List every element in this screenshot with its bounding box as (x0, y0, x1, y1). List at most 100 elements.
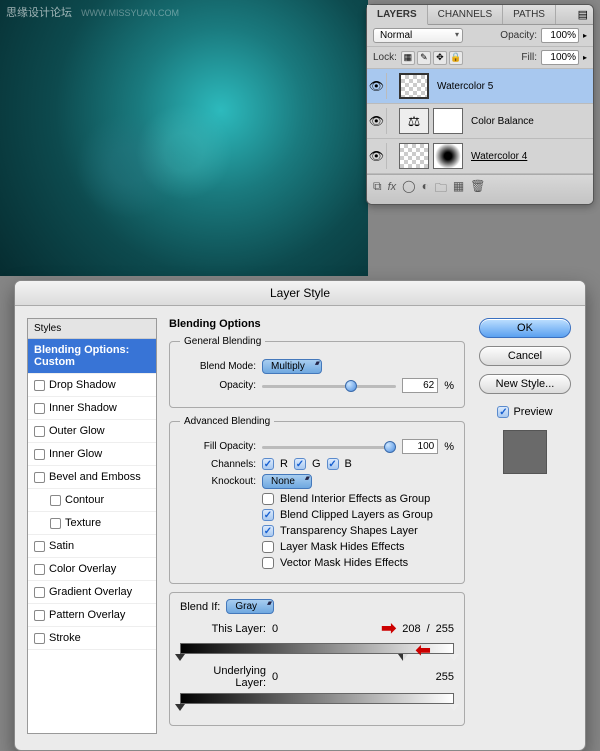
layer-list: 👁 Watercolor 5 👁 ⚖ Color Balance 👁 Water… (367, 69, 593, 174)
checkbox[interactable] (50, 495, 61, 506)
preview-checkbox[interactable] (497, 406, 509, 418)
layer-row[interactable]: 👁 Watercolor 5 (367, 69, 593, 104)
panel-menu-icon[interactable]: ▤ (573, 5, 593, 24)
opacity-input[interactable]: 100% (541, 28, 579, 43)
transparency-shapes-checkbox[interactable] (262, 525, 274, 537)
style-item-texture[interactable]: Texture (28, 512, 156, 535)
checkbox[interactable] (50, 518, 61, 529)
fx-icon[interactable]: fx (388, 179, 397, 200)
opacity-label: Opacity: (500, 30, 537, 41)
tab-layers[interactable]: LAYERS (367, 5, 428, 25)
layer-mask-icon[interactable]: ◯ (402, 179, 415, 200)
opacity-input[interactable]: 62 (402, 378, 438, 393)
layer-name[interactable]: Color Balance (465, 116, 540, 127)
checkbox[interactable] (34, 610, 45, 621)
opacity-slider[interactable] (262, 379, 396, 393)
style-item-color-overlay[interactable]: Color Overlay (28, 558, 156, 581)
blend-mode-select[interactable]: Normal (373, 28, 463, 43)
layer-name[interactable]: Watercolor 4 (465, 151, 533, 162)
lock-transparency-icon[interactable]: ▦ (401, 51, 415, 65)
general-blending-group: General Blending Blend Mode: Multiply Op… (169, 336, 465, 408)
fill-flyout-icon[interactable]: ▸ (583, 53, 587, 62)
cancel-button[interactable]: Cancel (479, 346, 571, 366)
blend-mode-select[interactable]: Multiply (262, 359, 322, 374)
panel-tabs: LAYERS CHANNELS PATHS ▤ (367, 5, 593, 25)
layer-mask-thumbnail[interactable] (433, 143, 463, 169)
checkbox[interactable] (34, 472, 45, 483)
adjustment-thumbnail[interactable]: ⚖ (399, 108, 429, 134)
adjustment-layer-icon[interactable]: ◐ (422, 179, 429, 200)
fill-opacity-label: Fill Opacity: (180, 441, 256, 452)
options-title: Blending Options (169, 318, 465, 330)
fill-opacity-slider[interactable] (262, 440, 396, 454)
layer-row[interactable]: 👁 Watercolor 4 (367, 139, 593, 174)
knockout-select[interactable]: None (262, 474, 312, 489)
this-layer-slider[interactable]: ⬅ (180, 643, 454, 661)
checkbox[interactable] (34, 587, 45, 598)
layers-panel: LAYERS CHANNELS PATHS ▤ Normal Opacity: … (366, 4, 594, 205)
style-item-blending-options[interactable]: Blending Options: Custom (28, 339, 156, 374)
channel-r-checkbox[interactable] (262, 458, 274, 470)
this-layer-label: This Layer: (180, 623, 266, 635)
layer-name[interactable]: Watercolor 5 (431, 81, 499, 92)
style-item-bevel-emboss[interactable]: Bevel and Emboss (28, 466, 156, 489)
arrow-right-icon: ➡ (381, 618, 396, 639)
tab-channels[interactable]: CHANNELS (428, 5, 503, 24)
styles-header[interactable]: Styles (28, 319, 156, 339)
delete-layer-icon[interactable]: 🗑 (470, 179, 485, 200)
link-layers-icon[interactable]: ⧉ (373, 179, 382, 200)
checkbox[interactable] (34, 380, 45, 391)
vector-mask-hides-checkbox[interactable] (262, 557, 274, 569)
styles-list: Styles Blending Options: Custom Drop Sha… (27, 318, 157, 734)
ok-button[interactable]: OK (479, 318, 571, 338)
layer-mask-hides-checkbox[interactable] (262, 541, 274, 553)
style-item-gradient-overlay[interactable]: Gradient Overlay (28, 581, 156, 604)
checkbox[interactable] (34, 426, 45, 437)
channel-g-checkbox[interactable] (294, 458, 306, 470)
blend-if-select[interactable]: Gray (226, 599, 274, 614)
preview-label: Preview (513, 406, 552, 418)
lock-paint-icon[interactable]: ✎ (417, 51, 431, 65)
checkbox[interactable] (34, 449, 45, 460)
group-icon[interactable]: 🗀 (435, 179, 447, 200)
style-item-drop-shadow[interactable]: Drop Shadow (28, 374, 156, 397)
fill-opacity-input[interactable]: 100 (402, 439, 438, 454)
style-item-inner-shadow[interactable]: Inner Shadow (28, 397, 156, 420)
opacity-label: Opacity: (180, 380, 256, 391)
fill-input[interactable]: 100% (541, 50, 579, 65)
lock-all-icon[interactable]: 🔒 (449, 51, 463, 65)
style-item-outer-glow[interactable]: Outer Glow (28, 420, 156, 443)
pct-label: % (444, 380, 454, 392)
visibility-eye-icon[interactable]: 👁 (367, 143, 387, 169)
new-layer-icon[interactable]: ▦ (453, 179, 464, 200)
style-item-satin[interactable]: Satin (28, 535, 156, 558)
checkbox[interactable] (34, 633, 45, 644)
underlying-layer-slider[interactable] (180, 693, 454, 711)
channel-b-checkbox[interactable] (327, 458, 339, 470)
new-style-button[interactable]: New Style... (479, 374, 571, 394)
layer-mask-thumbnail[interactable] (433, 108, 463, 134)
visibility-eye-icon[interactable]: 👁 (367, 73, 387, 99)
blend-interior-checkbox[interactable] (262, 493, 274, 505)
layer-style-dialog: Layer Style Styles Blending Options: Cus… (14, 280, 586, 751)
checkbox[interactable] (34, 564, 45, 575)
advanced-blending-group: Advanced Blending Fill Opacity: 100 % Ch… (169, 416, 465, 584)
style-item-pattern-overlay[interactable]: Pattern Overlay (28, 604, 156, 627)
checkbox[interactable] (34, 403, 45, 414)
layer-row[interactable]: 👁 ⚖ Color Balance (367, 104, 593, 139)
checkbox[interactable] (34, 541, 45, 552)
watermark: 思缘设计论坛 WWW.MISSYUAN.COM (6, 4, 179, 20)
style-item-inner-glow[interactable]: Inner Glow (28, 443, 156, 466)
blend-if-group: Blend If: Gray This Layer: 0 ➡ 208 / 255 (169, 592, 465, 726)
layer-thumbnail[interactable] (399, 143, 429, 169)
layer-thumbnail[interactable] (399, 73, 429, 99)
tab-paths[interactable]: PATHS (503, 5, 556, 24)
style-item-contour[interactable]: Contour (28, 489, 156, 512)
lock-position-icon[interactable]: ✥ (433, 51, 447, 65)
layers-panel-footer: ⧉ fx ◯ ◐ 🗀 ▦ 🗑 (367, 174, 593, 204)
visibility-eye-icon[interactable]: 👁 (367, 108, 387, 134)
opacity-flyout-icon[interactable]: ▸ (583, 31, 587, 40)
blend-clipped-checkbox[interactable] (262, 509, 274, 521)
style-item-stroke[interactable]: Stroke (28, 627, 156, 650)
watermark-text: 思缘设计论坛 (6, 7, 72, 19)
